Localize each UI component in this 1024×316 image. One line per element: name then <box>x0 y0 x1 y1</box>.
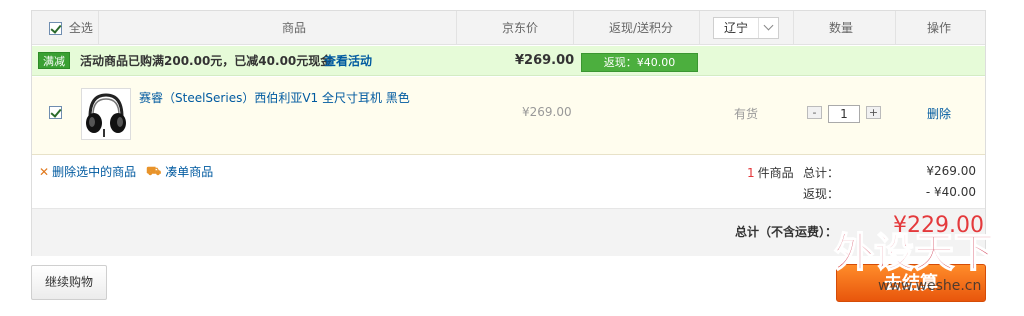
chevron-down-icon[interactable] <box>758 18 778 38</box>
divider <box>573 11 574 45</box>
checkbox-checked-icon[interactable] <box>49 22 62 35</box>
divider <box>98 11 99 45</box>
rebate-value: - ¥40.00 <box>925 185 976 199</box>
item-count-unit: 件商品 <box>757 166 794 180</box>
grand-total-value: ¥229.00 <box>893 213 984 238</box>
col-rebate: 返现/送积分 <box>609 21 674 35</box>
headphones-image <box>86 93 126 137</box>
region-select[interactable]: 辽宁 <box>713 17 779 39</box>
promo-text: 活动商品已购满200.00元，已减40.00元现金 <box>80 54 333 68</box>
divider <box>699 11 700 45</box>
col-product: 商品 <box>282 21 307 35</box>
item-count-number: 1 <box>747 166 755 180</box>
cart-table: 全选 商品 京东价 返现/送积分 辽宁 数量 操作 满减 活动商品已购满200.… <box>31 10 986 256</box>
delete-selected-link[interactable]: 删除选中的商品 <box>52 163 136 180</box>
total-bar: 总计（不含运费）： ¥229.00 <box>32 208 985 256</box>
divider <box>895 11 896 45</box>
stock-status: 有货 <box>734 107 759 121</box>
decrease-button[interactable]: - <box>807 106 822 119</box>
subtotal-label: 总计： <box>803 166 840 180</box>
region-value: 辽宁 <box>724 21 749 35</box>
col-price: 京东价 <box>502 21 539 35</box>
promo-price: ¥269.00 <box>515 53 575 68</box>
divider <box>793 11 794 45</box>
cart-actions: ✕ 删除选中的商品 ⛟ 凑单商品 <box>39 163 213 180</box>
select-all[interactable]: 全选 <box>49 11 93 45</box>
product-thumbnail[interactable] <box>81 88 131 140</box>
x-icon[interactable]: ✕ <box>39 165 49 179</box>
promo-row: 满减 活动商品已购满200.00元，已减40.00元现金 查看活动 ¥269.0… <box>32 46 985 76</box>
increase-button[interactable]: + <box>866 106 881 119</box>
checkout-button[interactable]: 去结算 <box>836 264 986 302</box>
cart-item-row: 赛睿（SteelSeries）西伯利亚V1 全尺寸耳机 黑色 ¥269.00 有… <box>32 77 985 155</box>
product-price: ¥269.00 <box>522 105 572 119</box>
col-qty: 数量 <box>829 21 854 35</box>
grand-total-label: 总计（不含运费）： <box>735 225 838 239</box>
promo-badge: 满减 <box>38 52 70 69</box>
continue-shopping-button[interactable]: 继续购物 <box>31 265 107 300</box>
item-count: 1 件商品 <box>747 164 794 181</box>
product-name-link[interactable]: 赛睿（SteelSeries）西伯利亚V1 全尺寸耳机 黑色 <box>139 89 410 106</box>
quantity-input[interactable]: 1 <box>828 105 860 123</box>
rebate-badge: 返现：¥40.00 <box>581 53 698 72</box>
rebate-label: 返现： <box>803 187 840 201</box>
checkbox-checked-icon[interactable] <box>49 106 62 119</box>
bundle-link[interactable]: 凑单商品 <box>165 163 213 180</box>
delete-item-link[interactable]: 删除 <box>927 105 951 122</box>
view-promo-link[interactable]: 查看活动 <box>324 46 372 76</box>
divider <box>456 11 457 45</box>
subtotal-value: ¥269.00 <box>926 164 976 178</box>
cart-header: 全选 商品 京东价 返现/送积分 辽宁 数量 操作 <box>32 11 985 45</box>
col-ops: 操作 <box>927 21 952 35</box>
select-all-label: 全选 <box>68 21 93 35</box>
cart-icon[interactable]: ⛟ <box>146 164 161 180</box>
